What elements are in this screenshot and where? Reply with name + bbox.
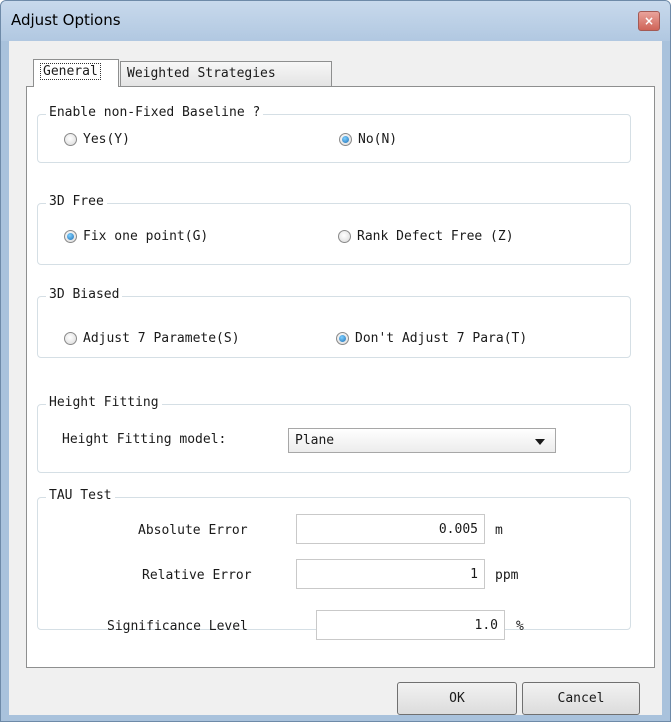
- significance-level-label: Significance Level: [107, 619, 248, 634]
- radio-adjust-7-parameters[interactable]: Adjust 7 Paramete(S): [64, 331, 240, 349]
- dialog-client-area: General Weighted Strategies Enable non-F…: [9, 41, 662, 715]
- group-3d-free: 3D Free Fix one point(G) Rank Defect Fre…: [37, 194, 631, 265]
- cancel-button[interactable]: Cancel: [522, 682, 640, 715]
- radio-no[interactable]: No(N): [339, 132, 397, 150]
- radio-dont-adjust-7-parameters-button[interactable]: [336, 332, 349, 345]
- group-title-3d-free: 3D Free: [46, 194, 107, 209]
- absolute-error-unit: m: [495, 523, 503, 538]
- tab-weighted-strategies-label: Weighted Strategies: [127, 66, 276, 81]
- group-title-non-fixed-baseline: Enable non-Fixed Baseline ?: [46, 105, 264, 120]
- tab-general[interactable]: General: [33, 59, 119, 87]
- title-bar: Adjust Options ×: [1, 1, 670, 41]
- significance-level-input[interactable]: 1.0: [316, 610, 505, 640]
- significance-level-unit: %: [516, 619, 524, 634]
- absolute-error-label: Absolute Error: [138, 523, 248, 538]
- relative-error-label: Relative Error: [142, 568, 252, 583]
- window-title: Adjust Options: [11, 11, 121, 29]
- radio-rank-defect-free-button[interactable]: [338, 230, 351, 243]
- radio-yes[interactable]: Yes(Y): [64, 132, 130, 150]
- height-fitting-model-select[interactable]: Plane: [288, 428, 556, 453]
- radio-rank-defect-free[interactable]: Rank Defect Free (Z): [338, 229, 514, 247]
- radio-fix-one-point[interactable]: Fix one point(G): [64, 229, 208, 247]
- radio-rank-defect-free-label: Rank Defect Free (Z): [357, 229, 514, 244]
- radio-dont-adjust-7-parameters[interactable]: Don't Adjust 7 Para(T): [336, 331, 527, 349]
- radio-fix-one-point-label: Fix one point(G): [83, 229, 209, 244]
- ok-button[interactable]: OK: [397, 682, 517, 715]
- height-fitting-model-label: Height Fitting model:: [62, 432, 227, 447]
- radio-fix-one-point-button[interactable]: [64, 230, 77, 243]
- chevron-down-icon[interactable]: [535, 439, 545, 445]
- group-3d-biased: 3D Biased Adjust 7 Paramete(S) Don't Adj…: [37, 287, 631, 358]
- group-non-fixed-baseline: Enable non-Fixed Baseline ? Yes(Y) No(N): [37, 105, 631, 163]
- group-title-3d-biased: 3D Biased: [46, 287, 123, 302]
- radio-adjust-7-parameters-button[interactable]: [64, 332, 77, 345]
- radio-adjust-7-parameters-label: Adjust 7 Paramete(S): [83, 331, 240, 346]
- group-title-tau-test: TAU Test: [46, 488, 115, 503]
- relative-error-input[interactable]: 1: [296, 559, 485, 589]
- radio-yes-button[interactable]: [64, 133, 77, 146]
- group-height-fitting: Height Fitting Height Fitting model: Pla…: [37, 395, 631, 473]
- radio-yes-label: Yes(Y): [83, 132, 130, 147]
- radio-dont-adjust-7-parameters-label: Don't Adjust 7 Para(T): [355, 331, 528, 346]
- relative-error-unit: ppm: [495, 568, 519, 583]
- height-fitting-model-value: Plane: [295, 433, 335, 448]
- adjust-options-dialog: Adjust Options × General Weighted Strate…: [0, 0, 671, 722]
- radio-no-label: No(N): [358, 132, 398, 147]
- radio-no-button[interactable]: [339, 133, 352, 146]
- tab-weighted-strategies[interactable]: Weighted Strategies: [120, 61, 332, 87]
- absolute-error-input[interactable]: 0.005: [296, 514, 485, 544]
- close-icon[interactable]: ×: [638, 11, 660, 31]
- group-title-height-fitting: Height Fitting: [46, 395, 162, 410]
- tab-general-label: General: [40, 63, 101, 80]
